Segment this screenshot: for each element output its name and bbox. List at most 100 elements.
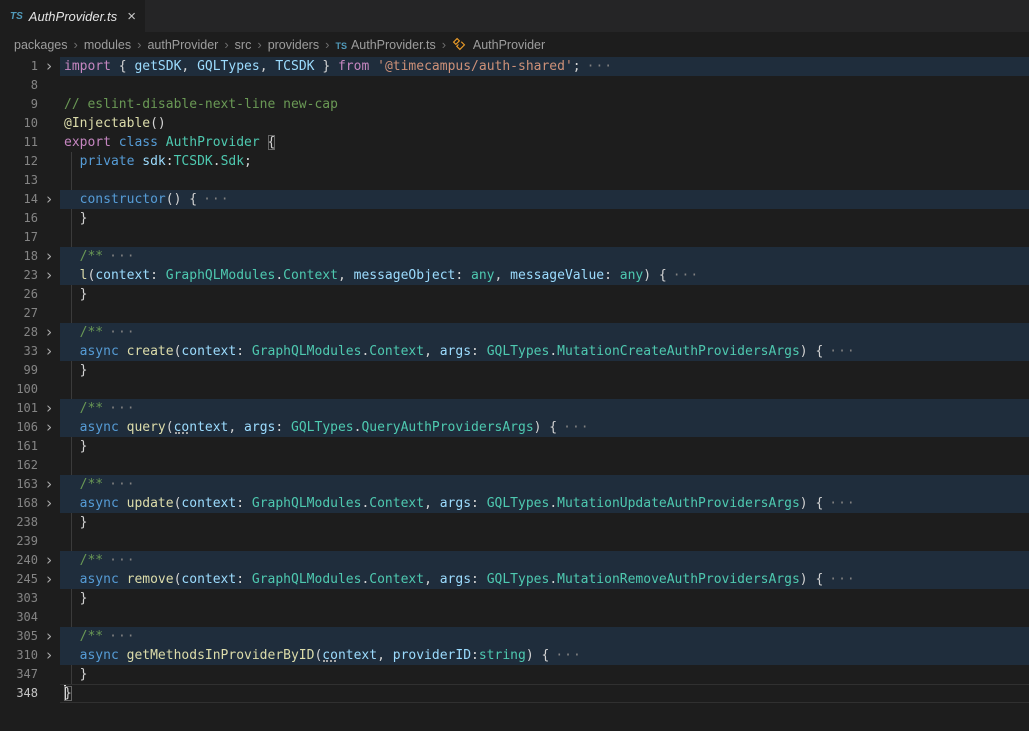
gutter[interactable]: 28› [0,323,60,342]
fold-chevron-icon[interactable]: › [38,342,60,361]
line-number[interactable]: 168 [0,494,38,513]
line-number[interactable]: 310 [0,646,38,665]
tab-authprovider-ts[interactable]: TS AuthProvider.ts × [0,0,145,32]
gutter[interactable]: 238 [0,513,60,532]
folded-code-ellipsis[interactable]: ··· [109,325,135,340]
gutter[interactable]: 304 [0,608,60,627]
fold-chevron-icon[interactable]: › [38,190,60,209]
line-number[interactable]: 239 [0,532,38,551]
line-number[interactable]: 12 [0,152,38,171]
breadcrumb-item-authprovider-ts[interactable]: TSAuthProvider.ts [335,38,435,52]
code-line-content[interactable]: } [60,437,1029,456]
code-line-content[interactable]: } [60,513,1029,532]
gutter[interactable]: 240› [0,551,60,570]
folded-code-ellipsis[interactable]: ··· [109,629,135,644]
breadcrumb-item-authprovider[interactable]: authProvider [147,38,218,52]
breadcrumb-item-authprovider[interactable]: AuthProvider [452,37,545,52]
fold-chevron-icon[interactable]: › [38,323,60,342]
line-number[interactable]: 304 [0,608,38,627]
folded-code-ellipsis[interactable]: ··· [563,420,589,435]
line-number[interactable]: 303 [0,589,38,608]
code-line-content[interactable]: } [60,285,1029,304]
line-number[interactable]: 305 [0,627,38,646]
line-number[interactable]: 106 [0,418,38,437]
gutter[interactable]: 101› [0,399,60,418]
code-line-content[interactable]: /**··· [60,475,1029,494]
line-number[interactable]: 100 [0,380,38,399]
line-number[interactable]: 238 [0,513,38,532]
gutter[interactable]: 14› [0,190,60,209]
folded-code-ellipsis[interactable]: ··· [109,477,135,492]
gutter[interactable]: 9 [0,95,60,114]
code-line-content[interactable] [60,608,1029,627]
line-number[interactable]: 14 [0,190,38,209]
line-number[interactable]: 162 [0,456,38,475]
gutter[interactable]: 161 [0,437,60,456]
folded-code-ellipsis[interactable]: ··· [109,249,135,264]
gutter[interactable]: 17 [0,228,60,247]
gutter[interactable]: 310› [0,646,60,665]
gutter[interactable]: 27 [0,304,60,323]
gutter[interactable]: 163› [0,475,60,494]
line-number[interactable]: 99 [0,361,38,380]
line-number[interactable]: 8 [0,76,38,95]
breadcrumb-item-modules[interactable]: modules [84,38,131,52]
code-line-content[interactable] [60,171,1029,190]
breadcrumb-item-providers[interactable]: providers [268,38,319,52]
code-line-content[interactable]: /**··· [60,323,1029,342]
line-number[interactable]: 163 [0,475,38,494]
gutter[interactable]: 348 [0,684,60,703]
fold-chevron-icon[interactable]: › [38,475,60,494]
gutter[interactable]: 239 [0,532,60,551]
fold-chevron-icon[interactable]: › [38,399,60,418]
code-line-content[interactable]: // eslint-disable-next-line new-cap [60,95,1029,114]
code-line-content[interactable]: } [60,589,1029,608]
line-number[interactable]: 161 [0,437,38,456]
line-number[interactable]: 27 [0,304,38,323]
gutter[interactable]: 23› [0,266,60,285]
folded-code-ellipsis[interactable]: ··· [673,268,699,283]
gutter[interactable]: 26 [0,285,60,304]
gutter[interactable]: 347 [0,665,60,684]
folded-code-ellipsis[interactable]: ··· [555,648,581,663]
fold-chevron-icon[interactable]: › [38,570,60,589]
line-number[interactable]: 245 [0,570,38,589]
code-line-content[interactable] [60,532,1029,551]
folded-code-ellipsis[interactable]: ··· [829,344,855,359]
folded-code-ellipsis[interactable]: ··· [109,553,135,568]
line-number[interactable]: 33 [0,342,38,361]
folded-code-ellipsis[interactable]: ··· [109,401,135,416]
code-editor[interactable]: 1›import { getSDK, GQLTypes, TCSDK } fro… [0,57,1029,731]
gutter[interactable]: 303 [0,589,60,608]
code-line-content[interactable]: l(context: GraphQLModules.Context, messa… [60,266,1029,285]
code-line-content[interactable]: } [60,361,1029,380]
gutter[interactable]: 245› [0,570,60,589]
gutter[interactable]: 8 [0,76,60,95]
code-line-content[interactable]: async query(context, args: GQLTypes.Quer… [60,418,1029,437]
fold-chevron-icon[interactable]: › [38,57,60,76]
code-line-content[interactable]: /**··· [60,627,1029,646]
gutter[interactable]: 162 [0,456,60,475]
gutter[interactable]: 10 [0,114,60,133]
fold-chevron-icon[interactable]: › [38,646,60,665]
gutter[interactable]: 100 [0,380,60,399]
close-tab-icon[interactable]: × [127,9,136,24]
code-line-content[interactable]: import { getSDK, GQLTypes, TCSDK } from … [60,57,1029,76]
folded-code-ellipsis[interactable]: ··· [829,496,855,511]
gutter[interactable]: 1› [0,57,60,76]
gutter[interactable]: 16 [0,209,60,228]
gutter[interactable]: 99 [0,361,60,380]
breadcrumb-item-packages[interactable]: packages [14,38,68,52]
gutter[interactable]: 106› [0,418,60,437]
line-number[interactable]: 9 [0,95,38,114]
gutter[interactable]: 11 [0,133,60,152]
code-line-content[interactable] [60,228,1029,247]
code-line-content[interactable]: constructor() {··· [60,190,1029,209]
gutter[interactable]: 13 [0,171,60,190]
gutter[interactable]: 12 [0,152,60,171]
code-line-content[interactable]: async create(context: GraphQLModules.Con… [60,342,1029,361]
fold-chevron-icon[interactable]: › [38,494,60,513]
line-number[interactable]: 240 [0,551,38,570]
code-line-content[interactable]: } [60,665,1029,684]
code-line-content[interactable] [60,456,1029,475]
